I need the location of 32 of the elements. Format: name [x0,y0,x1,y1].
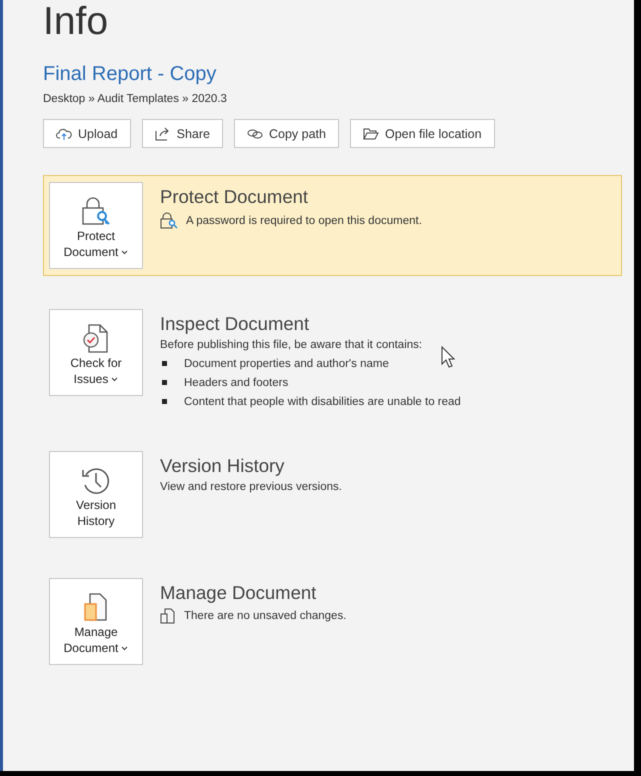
inspect-button[interactable]: Check for Issues [49,309,143,396]
link-button[interactable]: Copy path [234,119,339,148]
description-text: View and restore previous versions. [160,481,342,493]
history-button[interactable]: Version History [49,451,143,538]
bullet-icon [162,380,167,385]
status-text: There are no unsaved changes. [184,610,346,622]
manage-button[interactable]: Manage Document [49,578,143,665]
bullet-icon [162,361,167,366]
upload-button[interactable]: Upload [43,119,131,148]
link-icon [246,128,263,140]
documents-icon [160,608,176,624]
document-title: Final Report - Copy [43,63,218,86]
section-heading: Manage Document [160,582,318,604]
description-text: Before publishing this file, be aware that it contains: [160,339,422,351]
list-item: Document properties and author's name [184,358,389,370]
section-heading: Protect Document [160,186,310,208]
section-heading: Version History [160,455,286,477]
page-title: Info [43,0,110,44]
folder-button[interactable]: Open file location [350,119,495,148]
list-item: Content that people with disabilities are unable to read [184,396,461,408]
bullet-icon [162,399,167,404]
share-button[interactable]: Share [142,119,223,148]
folder-icon [362,128,379,140]
protect-button[interactable]: Protect Document [49,182,143,269]
lock-key-icon [160,212,178,229]
status-text: A password is required to open this document. [186,214,422,226]
cloud-upload-icon [56,126,72,140]
share-icon [154,126,171,140]
mouse-pointer-icon [441,346,455,368]
section-heading: Inspect Document [160,313,310,335]
list-item: Headers and footers [184,376,288,388]
file-path: Desktop » Audit Templates » 2020.3 [43,93,228,105]
